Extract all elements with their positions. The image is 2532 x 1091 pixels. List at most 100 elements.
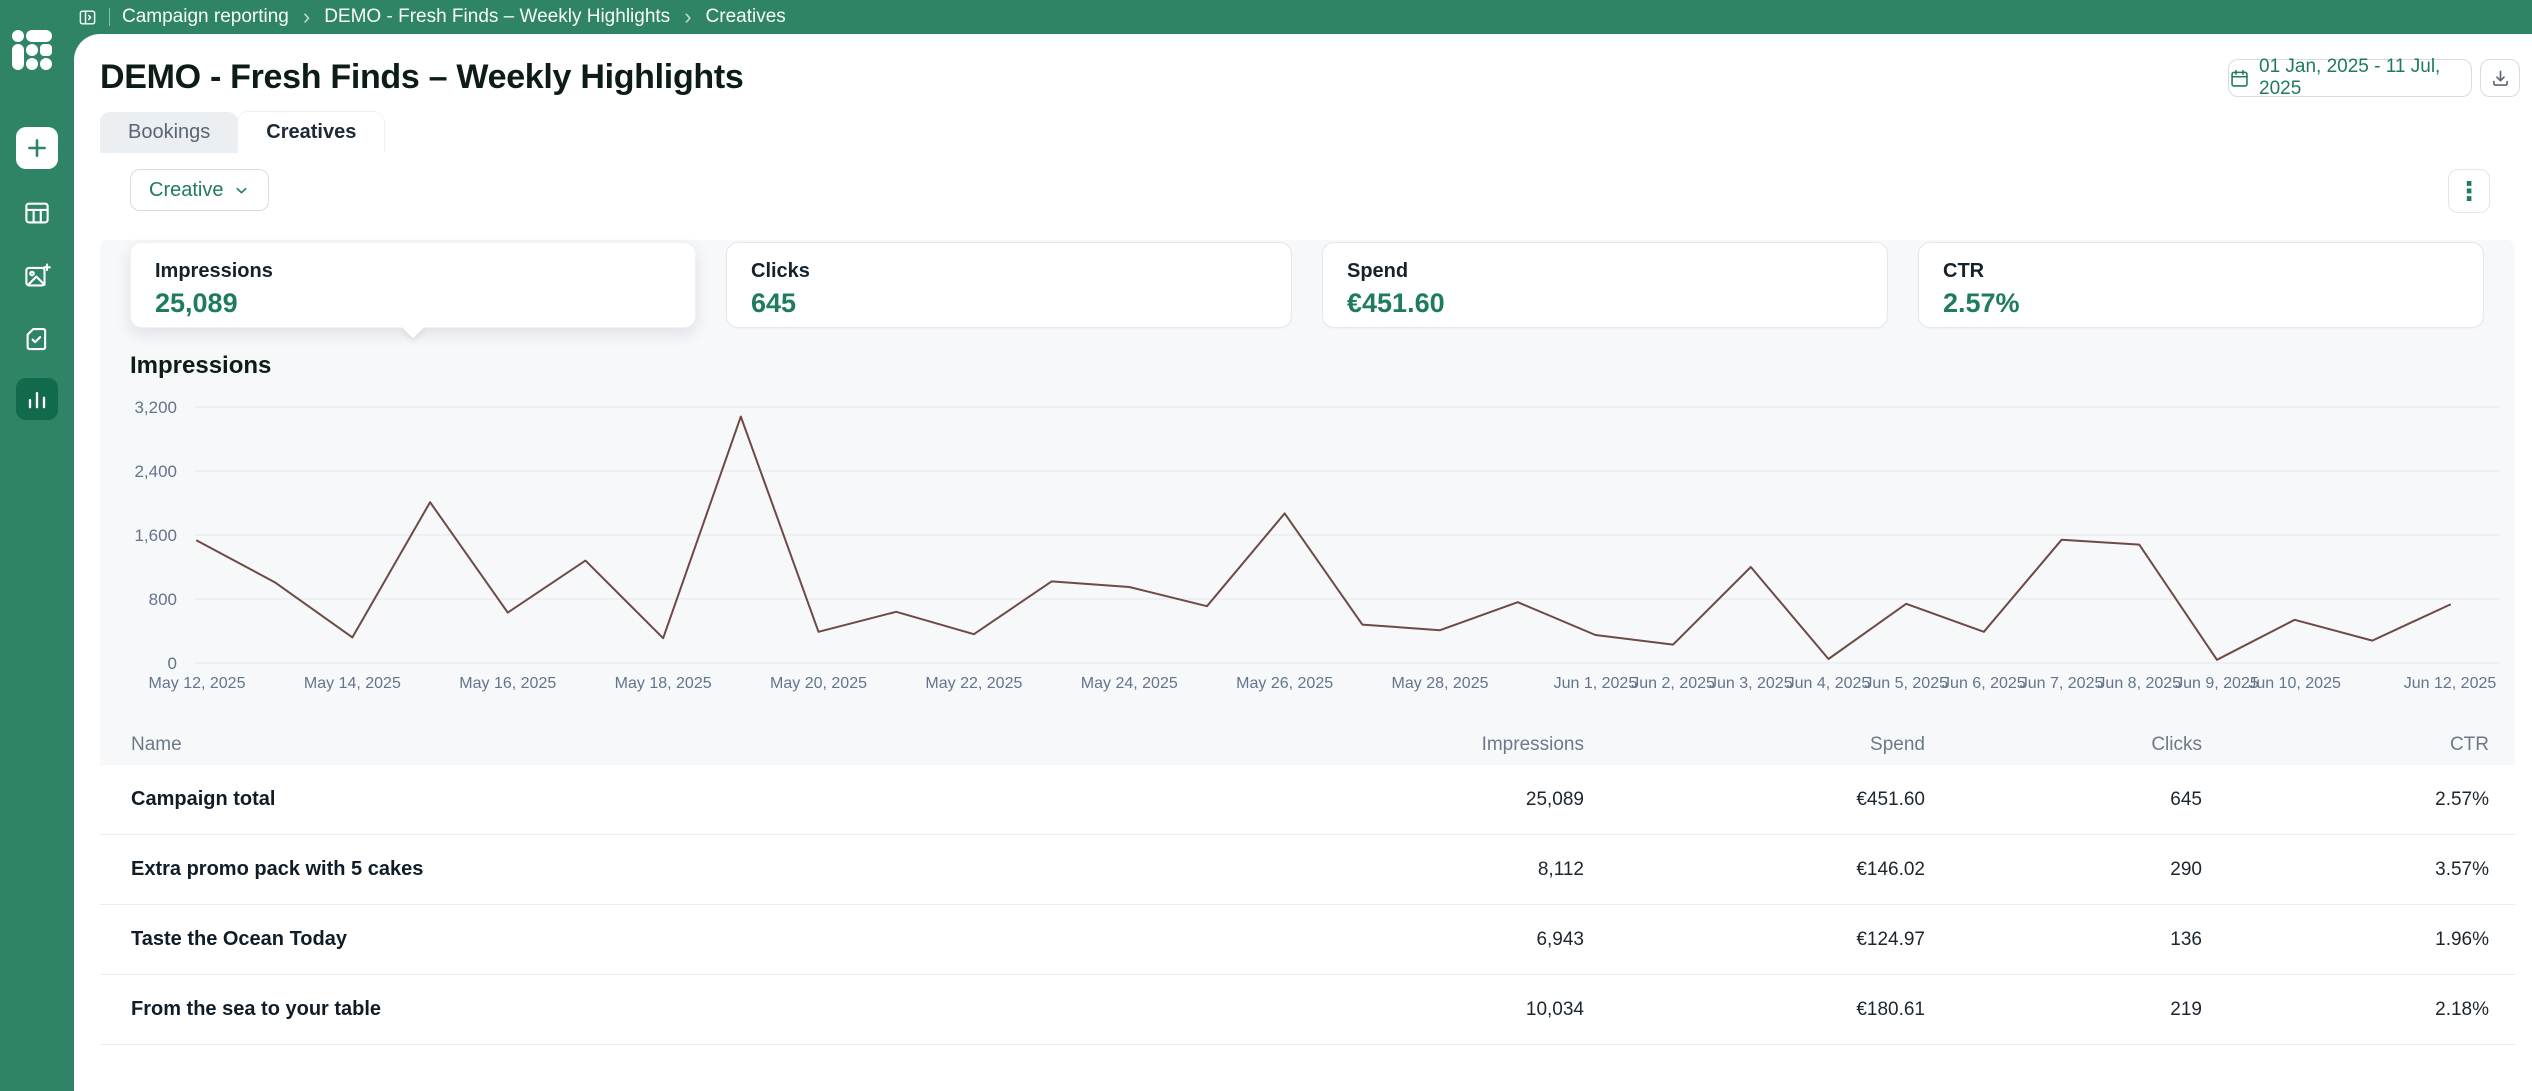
column-header-spend: Spend xyxy=(1584,734,1925,756)
x-axis-label: Jun 9, 2025 xyxy=(2175,675,2259,692)
metric-cards-row: Impressions 25,089 Clicks 645 Spend €451… xyxy=(130,242,2485,328)
chart-title: Impressions xyxy=(130,352,271,380)
sidebar-item-bookings[interactable] xyxy=(16,192,58,234)
row-name: From the sea to your table xyxy=(100,998,1244,1021)
x-axis-label: May 16, 2025 xyxy=(459,675,556,692)
bar-chart-icon xyxy=(23,385,51,413)
more-options-button[interactable]: ⋮ xyxy=(2448,169,2490,213)
impressions-chart: 3,2002,4001,6008000May 12, 2025May 14, 2… xyxy=(100,390,2515,700)
row-ctr: 3.57% xyxy=(2202,859,2515,881)
metric-label: CTR xyxy=(1943,260,2459,283)
row-ctr: 1.96% xyxy=(2202,929,2515,951)
x-axis-label: Jun 6, 2025 xyxy=(1942,675,2026,692)
table-row[interactable]: Campaign total 25,089 €451.60 645 2.57% xyxy=(100,765,2515,835)
x-axis-label: May 28, 2025 xyxy=(1392,675,1489,692)
breadcrumb: Campaign reporting › DEMO - Fresh Finds – … xyxy=(78,0,786,34)
row-ctr: 2.57% xyxy=(2202,789,2515,811)
x-axis-label: Jun 1, 2025 xyxy=(1554,675,1638,692)
creative-filter-label: Creative xyxy=(149,179,223,202)
y-axis-label: 0 xyxy=(168,654,177,673)
metric-card[interactable]: Spend €451.60 xyxy=(1322,242,1888,328)
x-axis-label: May 22, 2025 xyxy=(925,675,1022,692)
metric-label: Spend xyxy=(1347,260,1863,283)
row-spend: €146.02 xyxy=(1584,859,1925,881)
x-axis-label: Jun 8, 2025 xyxy=(2097,675,2181,692)
column-header-clicks: Clicks xyxy=(1925,734,2202,756)
y-axis-label: 1,600 xyxy=(134,526,177,545)
download-icon xyxy=(2490,68,2511,89)
x-axis-label: May 24, 2025 xyxy=(1081,675,1178,692)
table-header-row: Name Impressions Spend Clicks CTR xyxy=(100,725,2515,765)
metric-label: Impressions xyxy=(155,260,671,283)
metric-card[interactable]: Clicks 645 xyxy=(726,242,1292,328)
plus-icon xyxy=(24,135,50,161)
tab-creatives[interactable]: Creatives xyxy=(238,112,384,153)
metric-value: €451.60 xyxy=(1347,288,1863,319)
y-axis-label: 3,200 xyxy=(134,398,177,417)
creatives-panel: Creative ⋮ Impressions 25,089 Clicks 645… xyxy=(100,153,2515,1078)
chevron-down-icon xyxy=(233,182,250,199)
calendar-icon xyxy=(2229,68,2250,89)
metric-value: 645 xyxy=(751,288,1267,319)
chevron-right-icon: › xyxy=(682,6,693,28)
table-row[interactable]: From the sea to your table 10,034 €180.6… xyxy=(100,975,2515,1045)
metric-label: Clicks xyxy=(751,260,1267,283)
x-axis-label: Jun 7, 2025 xyxy=(2020,675,2104,692)
creative-filter-dropdown[interactable]: Creative xyxy=(130,169,269,211)
tab-bar: BookingsCreatives xyxy=(100,112,384,153)
impressions-line-series xyxy=(197,417,2450,660)
metric-value: 2.57% xyxy=(1943,288,2459,319)
x-axis-label: Jun 12, 2025 xyxy=(2404,675,2497,692)
x-axis-label: Jun 10, 2025 xyxy=(2248,675,2341,692)
x-axis-label: May 14, 2025 xyxy=(304,675,401,692)
page-title: DEMO - Fresh Finds – Weekly Highlights xyxy=(100,58,744,97)
sidebar-item-creatives[interactable] xyxy=(16,255,58,297)
breadcrumb-item[interactable]: Creatives xyxy=(706,6,786,28)
date-range-label: 01 Jan, 2025 - 11 Jul, 2025 xyxy=(2259,56,2471,100)
row-clicks: 136 xyxy=(1925,929,2202,951)
row-name: Taste the Ocean Today xyxy=(100,928,1244,951)
date-range-button[interactable]: 01 Jan, 2025 - 11 Jul, 2025 xyxy=(2228,59,2472,97)
document-check-icon xyxy=(22,324,52,354)
column-header-ctr: CTR xyxy=(2202,734,2515,756)
metric-card[interactable]: Impressions 25,089 xyxy=(130,242,696,328)
metric-card[interactable]: CTR 2.57% xyxy=(1918,242,2484,328)
table-row[interactable]: Extra promo pack with 5 cakes 8,112 €146… xyxy=(100,835,2515,905)
row-impressions: 10,034 xyxy=(1244,999,1584,1021)
x-axis-label: Jun 5, 2025 xyxy=(1864,675,1948,692)
chevron-right-icon: › xyxy=(301,6,312,28)
metric-value: 25,089 xyxy=(155,288,671,319)
x-axis-label: May 20, 2025 xyxy=(770,675,867,692)
kebab-icon: ⋮ xyxy=(2456,178,2482,204)
x-axis-label: Jun 4, 2025 xyxy=(1787,675,1871,692)
x-axis-label: May 26, 2025 xyxy=(1236,675,1333,692)
row-impressions: 25,089 xyxy=(1244,789,1584,811)
breadcrumb-divider xyxy=(109,8,110,26)
download-button[interactable] xyxy=(2480,59,2520,97)
create-new-button[interactable] xyxy=(16,127,58,169)
sidebar-toggle-icon[interactable] xyxy=(78,8,97,27)
image-add-icon xyxy=(22,261,52,291)
row-impressions: 8,112 xyxy=(1244,859,1584,881)
row-clicks: 645 xyxy=(1925,789,2202,811)
table-grid-icon xyxy=(22,198,52,228)
sidebar-item-reporting[interactable] xyxy=(16,378,58,420)
breadcrumb-item[interactable]: Campaign reporting xyxy=(122,6,289,28)
row-clicks: 219 xyxy=(1925,999,2202,1021)
column-header-name: Name xyxy=(100,734,1244,756)
tab-bookings[interactable]: Bookings xyxy=(100,112,238,153)
x-axis-label: May 12, 2025 xyxy=(149,675,246,692)
sidebar-item-approvals[interactable] xyxy=(16,318,58,360)
row-name: Campaign total xyxy=(100,788,1244,811)
row-impressions: 6,943 xyxy=(1244,929,1584,951)
y-axis-label: 800 xyxy=(149,590,177,609)
x-axis-label: May 18, 2025 xyxy=(615,675,712,692)
table-row[interactable]: Taste the Ocean Today 6,943 €124.97 136 … xyxy=(100,905,2515,975)
main-content: DEMO - Fresh Finds – Weekly Highlights 0… xyxy=(74,34,2532,1091)
breadcrumb-item[interactable]: DEMO - Fresh Finds – Weekly Highlights xyxy=(324,6,670,28)
x-axis-label: Jun 2, 2025 xyxy=(1631,675,1715,692)
row-spend: €124.97 xyxy=(1584,929,1925,951)
app-logo-icon[interactable] xyxy=(12,30,56,72)
column-header-impressions: Impressions xyxy=(1244,734,1584,756)
x-axis-label: Jun 3, 2025 xyxy=(1709,675,1793,692)
